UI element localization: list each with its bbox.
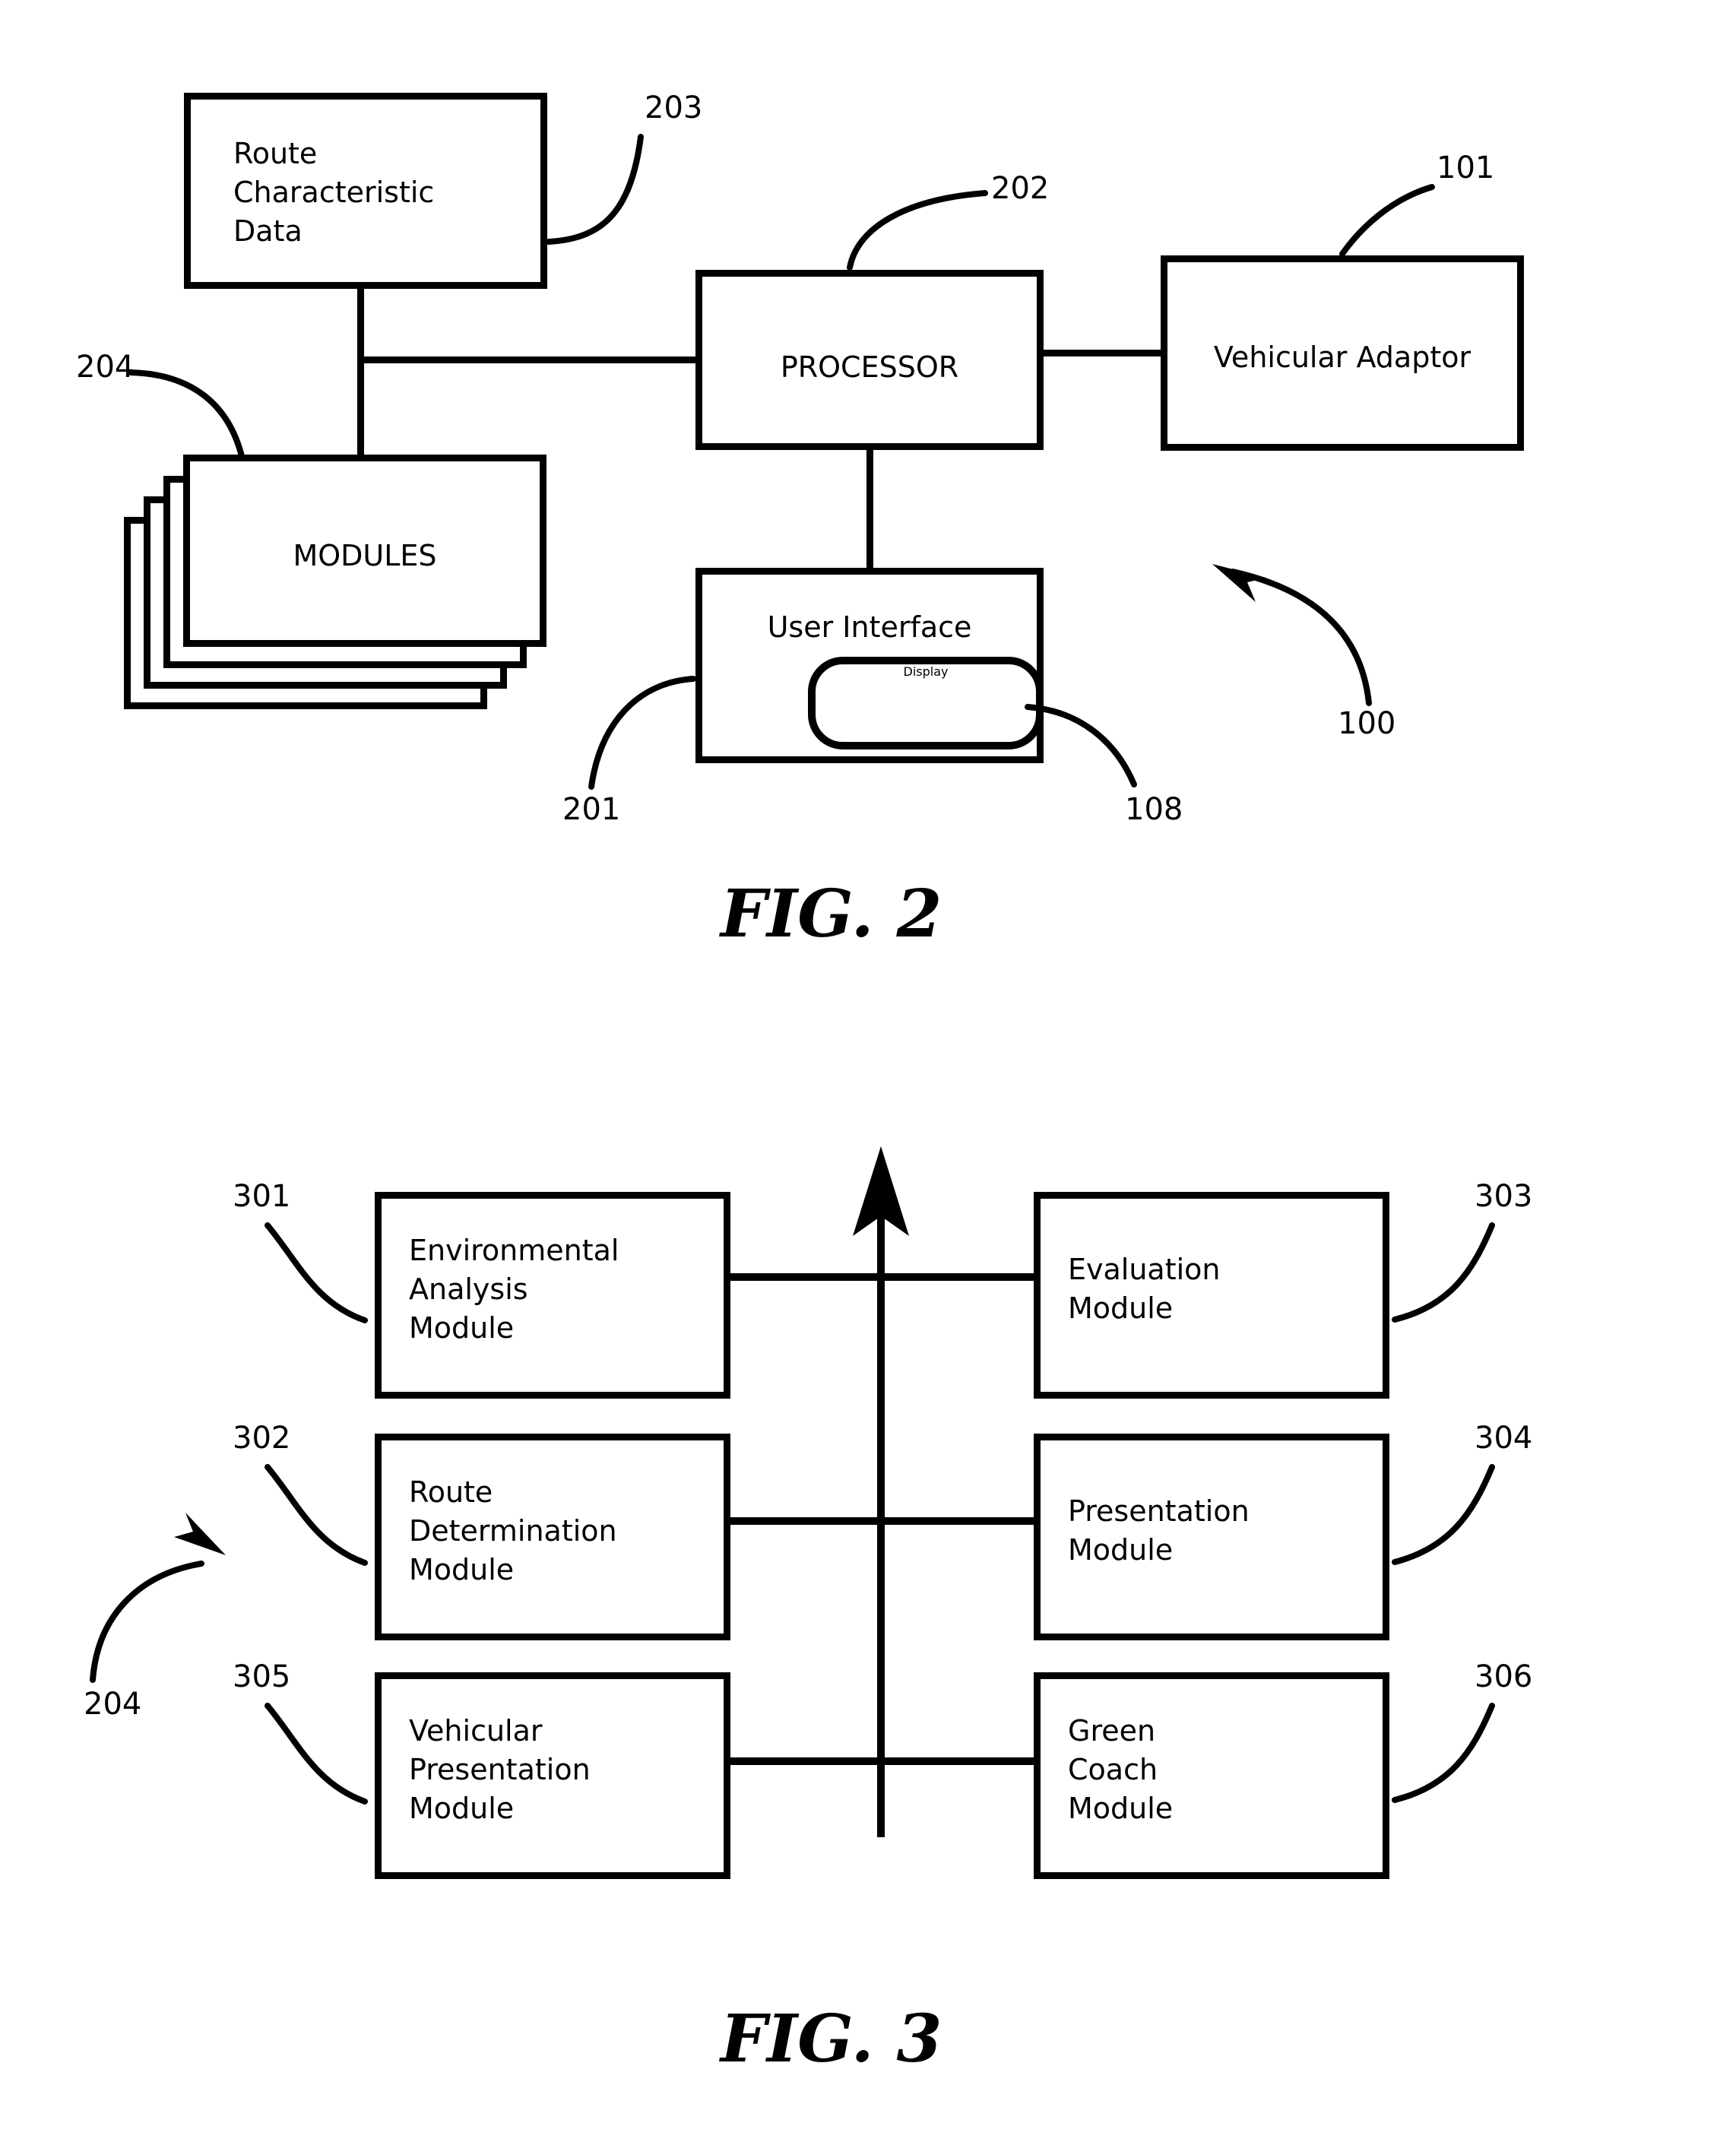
block-route-characteristic-data-label: Route Characteristic Data [233,137,435,248]
leader-203 [546,134,644,245]
figure-3-caption: FIG. 3 [721,2001,942,2077]
connector-route-to-bus [357,289,364,455]
block-vehicular-presentation-module: Vehicular Presentation Module [375,1672,730,1879]
figure-2-caption: FIG. 2 [721,876,942,952]
block-evaluation-module: Evaluation Module [1034,1192,1389,1399]
leader-202 [847,190,988,271]
block-modules: MODULES [183,455,546,647]
connector-bus-to-processor [357,356,699,363]
block-route-determination-module: Route Determination Module [375,1434,730,1640]
leader-204-fig3-arrow-shaft [90,1561,204,1683]
ref-302: 302 [233,1421,291,1456]
block-vehicular-adaptor-label: Vehicular Adaptor [1213,341,1471,374]
block-presentation-module: Presentation Module [1034,1434,1389,1640]
block-user-interface-label: User Interface [767,610,972,644]
rung-row2-right [881,1517,1037,1525]
leader-101 [1339,184,1435,257]
leader-201 [588,676,696,790]
rung-row3-right [881,1757,1037,1765]
block-processor: PROCESSOR [695,270,1044,450]
ref-108: 108 [1125,792,1183,827]
block-environmental-analysis-module: Environmental Analysis Module [375,1192,730,1399]
block-display: Display [808,657,1044,749]
leader-304 [1392,1464,1495,1565]
leader-204-fig2 [128,369,245,459]
ref-305: 305 [233,1659,291,1694]
ref-303: 303 [1475,1179,1533,1214]
connector-processor-to-user-interface [866,447,873,572]
ref-202: 202 [991,171,1050,206]
ref-204-fig3: 204 [84,1687,142,1722]
block-vehicular-presentation-module-label: Vehicular Presentation Module [409,1714,591,1825]
ref-301: 301 [233,1179,291,1214]
rung-row1-right [881,1273,1037,1281]
block-presentation-module-label: Presentation Module [1068,1494,1250,1567]
ref-201: 201 [562,792,621,827]
block-environmental-analysis-module-label: Environmental Analysis Module [409,1234,619,1345]
rung-row1-left [730,1273,881,1281]
block-display-label: Display [903,664,949,679]
leader-100-arrow-shaft [1230,569,1372,706]
arrowhead-204-fig3-icon [174,1513,226,1555]
block-green-coach-module: Green Coach Module [1034,1672,1389,1879]
bus-vertical-fig3 [877,1212,885,1837]
block-modules-label: MODULES [293,539,437,572]
ref-101: 101 [1437,151,1495,185]
ref-203: 203 [645,90,703,125]
ref-304: 304 [1475,1421,1533,1456]
rung-row2-left [730,1517,881,1525]
leader-302 [265,1464,368,1566]
block-vehicular-adaptor: Vehicular Adaptor [1161,255,1524,451]
block-route-determination-module-label: Route Determination Module [409,1475,617,1586]
block-route-characteristic-data: Route Characteristic Data [184,93,547,289]
rung-row3-left [730,1757,881,1765]
leader-108 [1025,704,1137,787]
block-green-coach-module-label: Green Coach Module [1068,1714,1174,1825]
patent-drawing-sheet: Route Characteristic Data PROCESSOR Vehi… [0,0,1736,2139]
ref-204: 204 [76,350,135,385]
ref-100: 100 [1338,706,1396,741]
block-evaluation-module-label: Evaluation Module [1068,1253,1221,1325]
leader-301 [265,1222,368,1323]
ref-306: 306 [1475,1659,1533,1694]
connector-processor-to-vehicular-adaptor [1040,350,1164,356]
leader-303 [1392,1222,1495,1323]
leader-306 [1392,1703,1495,1803]
block-processor-label: PROCESSOR [780,350,959,384]
arrowhead-100-icon [1212,564,1266,602]
leader-305 [265,1703,368,1805]
